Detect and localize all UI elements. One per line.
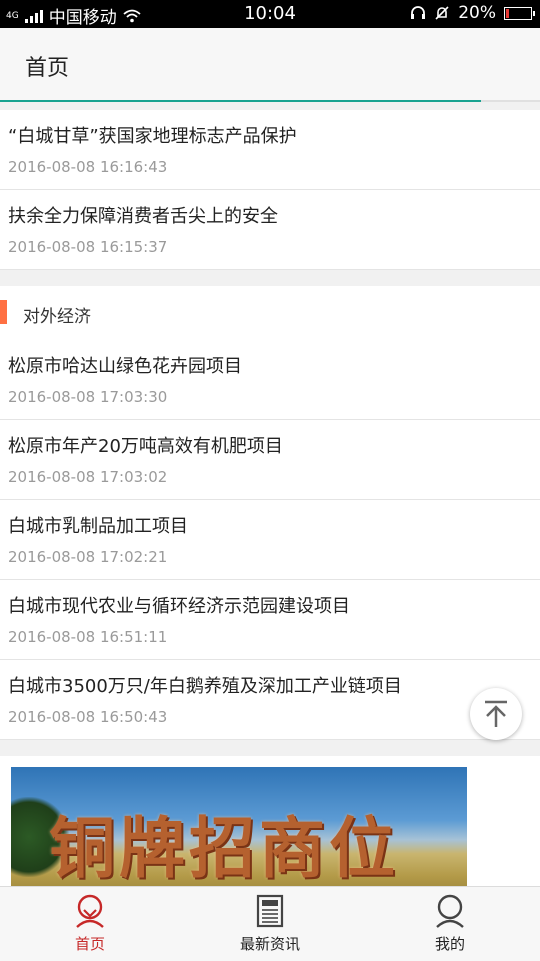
news-item[interactable]: 扶余全力保障消费者舌尖上的安全 2016-08-08 16:15:37 [0,190,540,269]
news-title: 松原市哈达山绿色花卉园项目 [8,356,242,377]
top-news-list: “白城甘草”获国家地理标志产品保护 2016-08-08 16:16:43 扶余… [0,110,540,269]
battery-level [506,8,510,18]
news-date: 2016-08-08 17:02:21 [8,548,168,566]
tab-label: 最新资讯 [239,935,300,953]
section-title: 对外经济 [23,307,91,327]
ad-banner-container: 铜牌招商位 [0,756,540,886]
news-date: 2016-08-08 17:03:30 [8,388,168,406]
page-load-progress [0,100,540,102]
bottom-tab-bar: 首页 最新资讯 我的 [0,886,540,961]
news-item[interactable]: “白城甘草”获国家地理标志产品保护 2016-08-08 16:16:43 [0,110,540,190]
tab-label: 我的 [434,935,465,953]
tab-profile[interactable]: 我的 [360,887,540,961]
news-item[interactable]: 松原市年产20万吨高效有机肥项目 2016-08-08 17:03:02 [0,420,540,500]
tab-latest-news[interactable]: 最新资讯 [180,887,360,961]
section-divider [0,269,540,286]
section-header[interactable]: 对外经济 [0,286,540,340]
news-item[interactable]: 白城市乳制品加工项目 2016-08-08 17:02:21 [0,500,540,580]
status-bar: 4G 中国移动 10:04 20% [0,0,540,28]
profile-icon [436,894,464,928]
news-title: 白城市乳制品加工项目 [8,516,188,537]
news-date: 2016-08-08 17:03:02 [8,468,168,486]
news-date: 2016-08-08 16:51:11 [8,628,168,646]
news-title: 白城市3500万只/年白鹅养殖及深加工产业链项目 [8,676,402,697]
news-title: 扶余全力保障消费者舌尖上的安全 [8,206,278,227]
section-divider [0,739,540,756]
news-item[interactable]: 白城市现代农业与循环经济示范园建设项目 2016-08-08 16:51:11 [0,580,540,660]
news-item[interactable]: 白城市3500万只/年白鹅养殖及深加工产业链项目 2016-08-08 16:5… [0,660,540,739]
page-load-progress-fill [0,100,481,102]
battery-icon [504,6,535,20]
app-bar: 首页 [0,28,540,101]
arrow-up-to-top-icon [485,700,507,727]
news-title: 白城市现代农业与循环经济示范园建设项目 [8,596,350,617]
section-accent-bar [0,300,7,324]
home-icon [76,894,104,928]
content-scroll[interactable]: “白城甘草”获国家地理标志产品保护 2016-08-08 16:16:43 扶余… [0,110,540,886]
news-date: 2016-08-08 16:16:43 [8,158,168,176]
news-date: 2016-08-08 16:50:43 [8,708,168,726]
ad-banner[interactable]: 铜牌招商位 [11,767,467,886]
notifications-muted-icon [435,6,449,20]
page-title: 首页 [25,56,70,81]
back-to-top-button[interactable] [470,688,522,740]
news-title: 松原市年产20万吨高效有机肥项目 [8,436,283,457]
newspaper-icon [256,894,284,928]
news-title: “白城甘草”获国家地理标志产品保护 [8,126,297,147]
tab-home[interactable]: 首页 [0,887,180,961]
news-item[interactable]: 松原市哈达山绿色花卉园项目 2016-08-08 17:03:30 [0,340,540,420]
news-date: 2016-08-08 16:15:37 [8,238,168,256]
tab-label: 首页 [74,935,105,953]
section-foreign-economy: 对外经济 松原市哈达山绿色花卉园项目 2016-08-08 17:03:30 松… [0,286,540,739]
battery-percent: 20% [458,3,496,23]
headset-icon [411,6,426,19]
banner-text: 铜牌招商位 [49,809,399,886]
